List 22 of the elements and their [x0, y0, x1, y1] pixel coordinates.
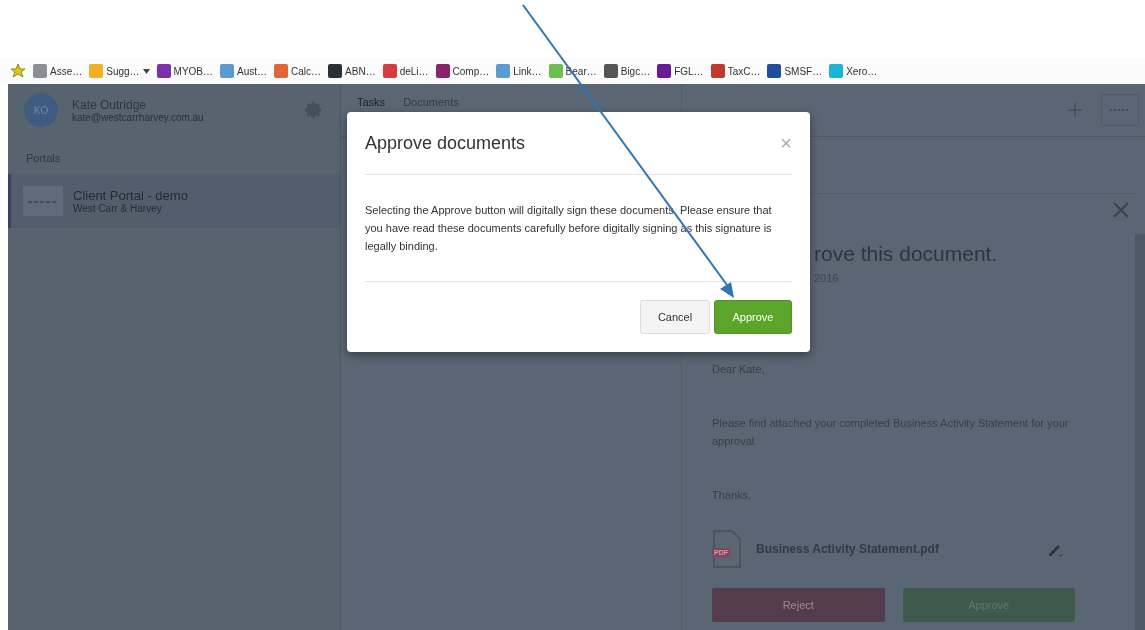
bookmark[interactable]: deLi… — [380, 64, 431, 78]
bookmark[interactable]: FGL… — [655, 64, 706, 78]
cancel-button[interactable]: Cancel — [640, 300, 710, 334]
more-icon — [1109, 107, 1131, 113]
bookmark[interactable]: Xero… — [827, 64, 880, 78]
bookmark[interactable]: SMSF… — [765, 64, 825, 78]
bookmark[interactable]: TaxC… — [708, 64, 763, 78]
bookmark[interactable]: Bigc… — [601, 64, 653, 78]
bookmark[interactable]: Link… — [494, 64, 544, 78]
close-icon[interactable] — [1113, 202, 1129, 218]
logo-icon — [23, 186, 63, 216]
bookmark[interactable]: ABN… — [326, 64, 378, 78]
bookmark[interactable]: Calc… — [272, 64, 324, 78]
star-icon[interactable] — [10, 63, 26, 79]
bookmark[interactable]: Aust… — [218, 64, 270, 78]
portal-name: Client Portal - demo — [73, 188, 188, 203]
bookmark[interactable]: Comp… — [433, 64, 492, 78]
file-icon — [712, 530, 742, 568]
bookmark[interactable]: Asse… — [31, 64, 85, 78]
bookmark[interactable]: Sugg… — [87, 64, 152, 78]
more-button[interactable] — [1101, 94, 1139, 126]
bookmark[interactable]: MYOB… — [154, 64, 216, 78]
